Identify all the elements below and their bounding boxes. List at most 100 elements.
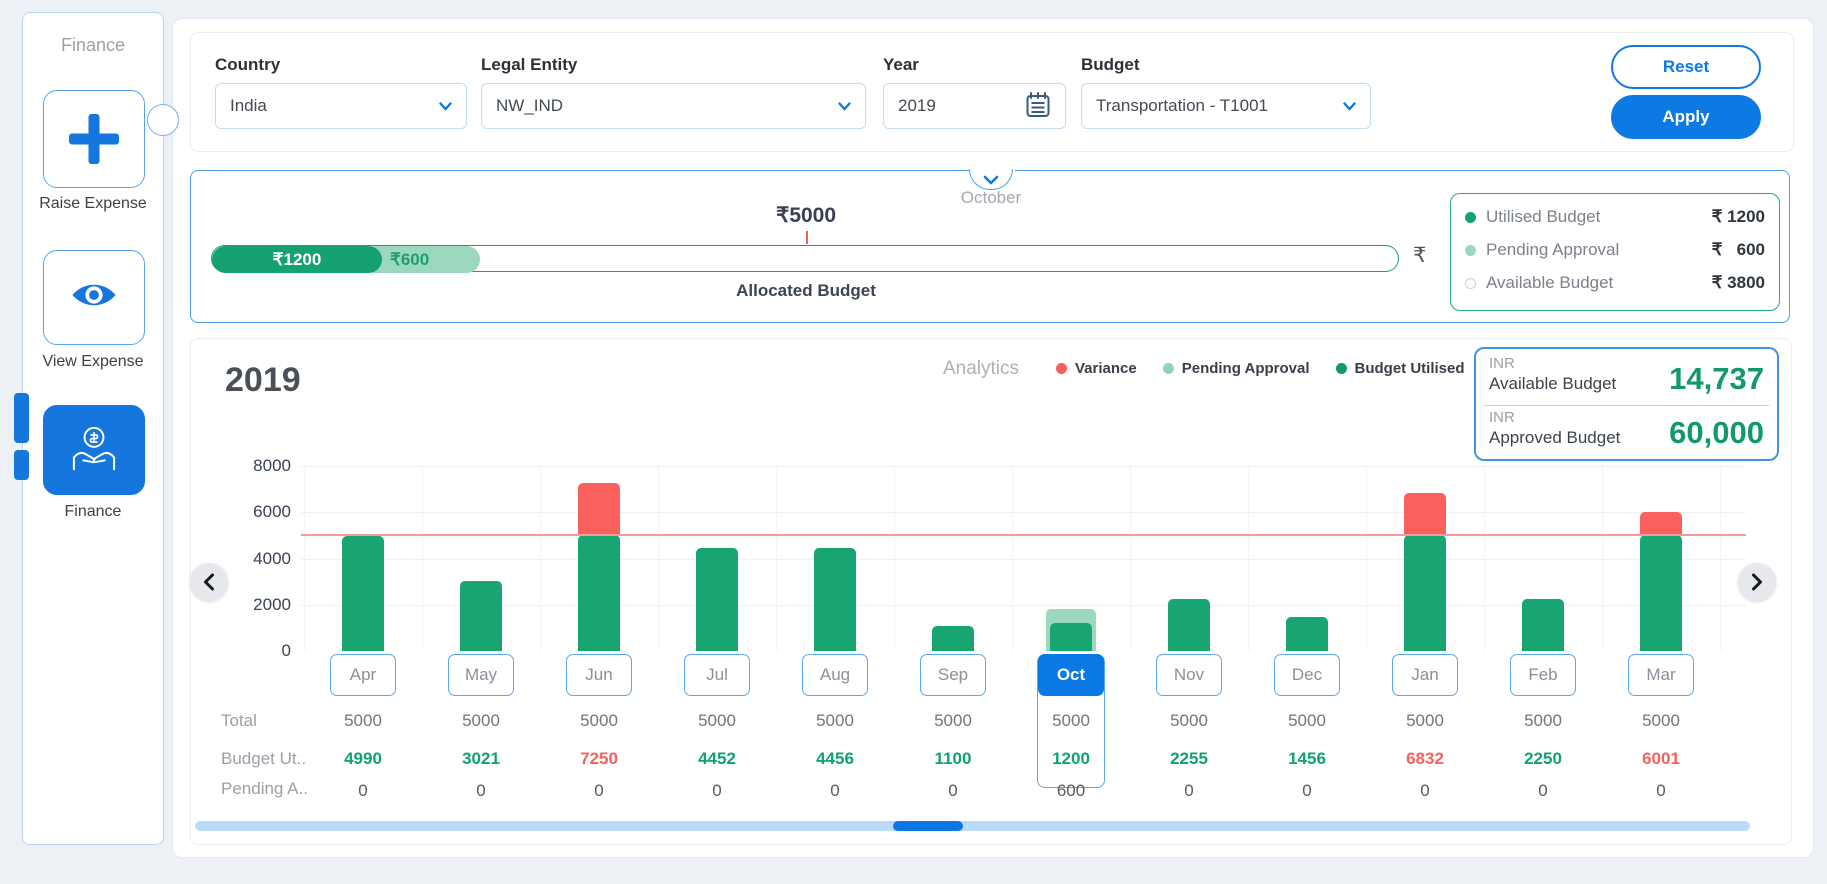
cell-budget-utilised: 2250 (1524, 749, 1562, 768)
scroll-left-button[interactable] (190, 563, 228, 601)
cell-pending-approval: 0 (1656, 781, 1666, 800)
legal-entity-select[interactable]: NW_IND (481, 83, 866, 129)
gridline-v (776, 466, 777, 651)
available-budget-row: INR Available Budget 14,737 (1489, 355, 1764, 409)
pending-segment-label: ₹600 (390, 249, 430, 269)
bar-budget-utilised[interactable] (1522, 598, 1564, 651)
bar-variance[interactable] (578, 483, 620, 536)
plus-icon (64, 109, 124, 169)
reset-button[interactable]: Reset (1611, 45, 1761, 89)
bar-budget-utilised[interactable] (1050, 623, 1092, 651)
y-tick-label: 2000 (253, 594, 291, 614)
bar-budget-utilised[interactable] (1404, 535, 1446, 651)
legend-value: ₹ 600 (1711, 240, 1765, 259)
horizontal-scrollbar-track[interactable] (195, 821, 1750, 831)
gridline-v (1130, 466, 1131, 651)
legend-budget-utilised: Budget Utilised (1335, 360, 1465, 377)
variance-dot-icon (1056, 363, 1067, 374)
pending-dot-icon (1162, 363, 1174, 374)
bar-budget-utilised[interactable] (696, 548, 738, 651)
cell-budget-utilised: 4452 (698, 749, 736, 768)
divider (1484, 405, 1769, 406)
gridline-h (301, 466, 1746, 467)
bar-variance[interactable] (1404, 493, 1446, 536)
legal-entity-label: Legal Entity (481, 55, 578, 74)
cell-budget-utilised: 1100 (934, 749, 972, 768)
month-chip-dec[interactable]: Dec (1274, 654, 1340, 696)
scroll-right-button[interactable] (1738, 563, 1776, 601)
cell-total: 5000 (1524, 711, 1562, 730)
currency-symbol: ₹ (1413, 244, 1427, 267)
bar-budget-utilised[interactable] (578, 535, 620, 651)
cell-total: 5000 (1052, 711, 1090, 730)
chevron-down-icon (838, 96, 851, 116)
cell-pending-approval: 0 (830, 781, 840, 800)
eye-icon (71, 279, 117, 316)
cell-pending-approval: 0 (476, 781, 486, 800)
year-field[interactable]: 2019 (883, 83, 1066, 129)
raise-expense-button[interactable] (43, 90, 145, 188)
month-chip-jun[interactable]: Jun (566, 654, 632, 696)
month-chip-oct[interactable]: Oct (1038, 654, 1104, 696)
hands-coin-icon (68, 422, 120, 479)
gridline-v (540, 466, 541, 651)
chart-year-title: 2019 (225, 361, 301, 399)
legend-value: ₹ 1200 (1711, 207, 1765, 226)
gridline-v (1248, 466, 1249, 651)
y-tick-label: 6000 (253, 502, 291, 522)
sidebar-collapse-handle[interactable] (147, 104, 179, 136)
cell-total: 5000 (698, 711, 736, 730)
bar-budget-utilised[interactable] (932, 625, 974, 651)
month-chip-mar[interactable]: Mar (1628, 654, 1694, 696)
view-expense-button[interactable] (43, 250, 145, 345)
bar-budget-utilised[interactable] (1168, 598, 1210, 651)
budget-summary-card: October ₹5000 ₹600 ₹1200 ₹ Allocated Bud… (190, 169, 1790, 323)
bar-budget-utilised[interactable] (814, 547, 856, 651)
cell-budget-utilised: 6832 (1406, 749, 1444, 768)
apply-button[interactable]: Apply (1611, 95, 1761, 139)
month-chip-jul[interactable]: Jul (684, 654, 750, 696)
cell-total: 5000 (934, 711, 972, 730)
bar-budget-utilised[interactable] (342, 535, 384, 651)
bar-budget-utilised[interactable] (1286, 617, 1328, 651)
legend-label: Available Budget (1486, 273, 1614, 292)
bar-budget-utilised[interactable] (1640, 535, 1682, 651)
month-chip-may[interactable]: May (448, 654, 514, 696)
bar-variance[interactable] (1640, 512, 1682, 536)
horizontal-scrollbar-thumb[interactable] (893, 821, 963, 831)
raise-expense-label: Raise Expense (39, 195, 147, 212)
bar-budget-utilised[interactable] (460, 581, 502, 651)
chevron-left-icon (204, 573, 214, 591)
gridline-v (658, 466, 659, 651)
utilised-budget-segment: ₹1200 (212, 246, 382, 273)
country-value: India (230, 96, 267, 115)
month-chip-nov[interactable]: Nov (1156, 654, 1222, 696)
budget-select[interactable]: Transportation - T1001 (1081, 83, 1371, 129)
month-chip-aug[interactable]: Aug (802, 654, 868, 696)
budget-legend: Utilised Budget ₹ 1200 Pending Approval … (1450, 193, 1780, 311)
country-select[interactable]: India (215, 83, 467, 129)
utilised-dot-icon (1335, 363, 1347, 374)
cell-total: 5000 (1642, 711, 1680, 730)
legend-label: Variance (1075, 360, 1137, 377)
budget-value: Transportation - T1001 (1096, 96, 1268, 115)
budget-progress-track: ₹600 ₹1200 (211, 245, 1399, 273)
chart-legend: Variance Pending Approval Budget Utilise… (1056, 360, 1465, 377)
cell-budget-utilised: 1456 (1288, 749, 1326, 768)
month-chip-apr[interactable]: Apr (330, 654, 396, 696)
month-chip-sep[interactable]: Sep (920, 654, 986, 696)
cell-budget-utilised: 6001 (1642, 749, 1680, 768)
month-chip-feb[interactable]: Feb (1510, 654, 1576, 696)
legend-label: Pending Approval (1486, 240, 1620, 259)
cell-total: 5000 (1406, 711, 1444, 730)
finance-button[interactable] (43, 405, 145, 495)
month-chip-jan[interactable]: Jan (1392, 654, 1458, 696)
available-dot-icon (1465, 277, 1476, 289)
threshold-line (301, 534, 1746, 537)
legend-row-available: Available Budget ₹ 3800 (1465, 273, 1765, 293)
y-tick-label: 0 (281, 641, 291, 660)
cell-total: 5000 (1288, 711, 1326, 730)
cell-pending-approval: 0 (358, 781, 368, 800)
finance-label: Finance (64, 503, 122, 520)
allocated-budget-label: Allocated Budget (736, 281, 876, 300)
